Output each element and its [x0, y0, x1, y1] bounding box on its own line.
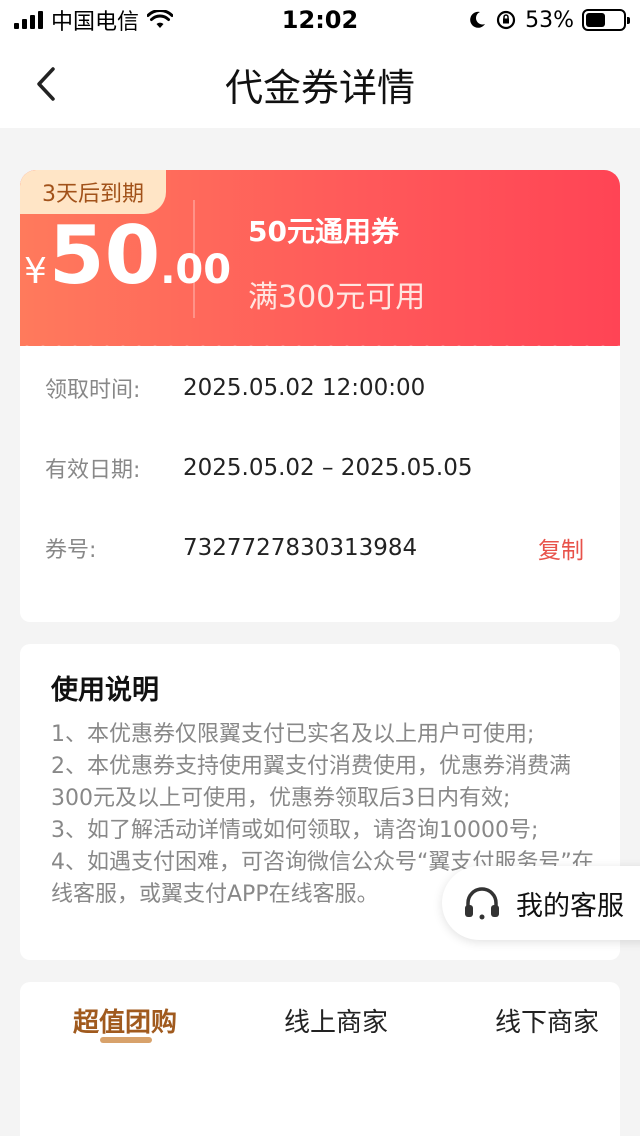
currency-symbol: ¥	[24, 251, 47, 292]
coupon-code-label: 券号:	[45, 538, 97, 563]
tab-offline-merchants[interactable]: 线下商家	[495, 1002, 599, 1039]
customer-service-label: 我的客服	[516, 890, 624, 922]
valid-date-value: 2025.05.02 – 2025.05.05	[183, 455, 473, 481]
battery-fill	[586, 13, 606, 27]
customer-service-button[interactable]: 我的客服	[442, 866, 640, 940]
coupon-condition: 满300元可用	[248, 280, 426, 315]
instruction-line: 1、本优惠券仅限翼支付已实名及以上用户可使用;	[51, 722, 535, 747]
nav-bar: 代金券详情	[0, 40, 640, 128]
tab-online-merchants[interactable]: 线上商家	[284, 1002, 388, 1039]
merchant-tabs: 超值团购 线上商家 线下商家	[20, 982, 620, 1136]
headset-icon	[465, 887, 499, 920]
status-bar: 中国电信 12:02 53%	[0, 0, 640, 40]
coupon-divider	[193, 200, 195, 318]
rotation-lock-icon	[496, 10, 516, 30]
page-title: 代金券详情	[224, 65, 415, 110]
cellular-signal-icon	[14, 11, 43, 29]
received-time-value: 2025.05.02 12:00:00	[183, 375, 426, 401]
coupon-name: 50元通用券	[248, 215, 399, 248]
received-time-label: 领取时间:	[45, 378, 141, 403]
received-time-row: 领取时间: 2025.05.02 12:00:00	[20, 368, 620, 408]
active-tab-indicator	[100, 1037, 152, 1043]
copy-button[interactable]: 复制	[538, 531, 584, 565]
instruction-line: 3、如了解活动详情或如何领取，请咨询10000号;	[51, 818, 539, 843]
coupon-details: 领取时间: 2025.05.02 12:00:00 有效日期: 2025.05.…	[20, 346, 620, 622]
instruction-line: 2、本优惠券支持使用翼支付消费使用，优惠券消费满300元及以上可使用，优惠券领取…	[51, 754, 571, 811]
moon-icon	[470, 11, 486, 28]
status-right: 53%	[467, 7, 630, 33]
battery-percent: 53%	[525, 7, 574, 33]
valid-date-row: 有效日期: 2025.05.02 – 2025.05.05	[20, 448, 620, 488]
carrier-name: 中国电信	[51, 10, 140, 35]
tab-group-buy[interactable]: 超值团购	[73, 1002, 177, 1039]
instructions-title: 使用说明	[51, 675, 159, 706]
amount-decimal: .00	[160, 247, 232, 293]
expiry-badge: 3天后到期	[20, 170, 166, 214]
coupon-card: 3天后到期 ¥ 50 .00 50元通用券 满300元可用	[20, 170, 620, 346]
chevron-left-icon	[37, 67, 55, 101]
coupon-amount: ¥ 50 .00	[24, 216, 231, 296]
status-left: 中国电信	[14, 4, 174, 36]
amount-integer: 50	[48, 209, 161, 302]
coupon-code-row: 券号: 7327727830313984 复制	[20, 528, 620, 568]
wifi-icon	[147, 10, 174, 28]
coupon-code-value: 7327727830313984	[183, 535, 418, 561]
battery-icon	[582, 9, 630, 31]
valid-date-label: 有效日期:	[45, 458, 141, 483]
back-button[interactable]	[26, 64, 66, 104]
